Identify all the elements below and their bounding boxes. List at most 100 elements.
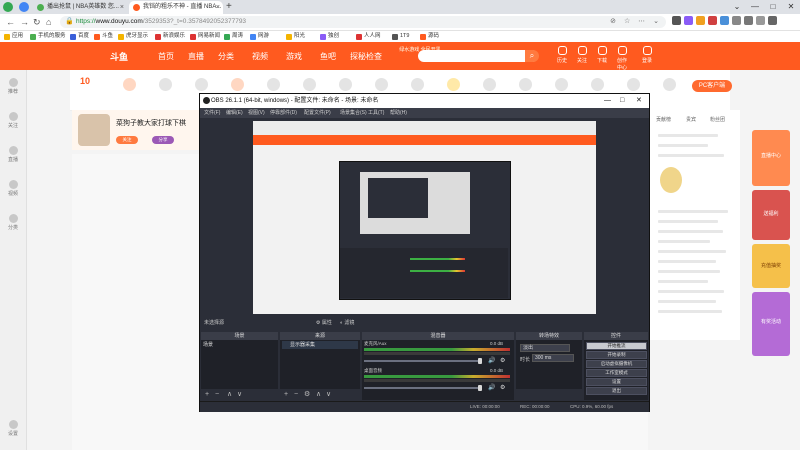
tab-group-icon[interactable]	[19, 2, 29, 12]
url-input[interactable]: 🔒 https://www.douyu.com/3529353?_t=0.357…	[60, 16, 666, 28]
bookmark-item[interactable]: 1T9	[392, 31, 409, 42]
nav-item[interactable]: 分类	[218, 51, 234, 62]
close-tab-icon[interactable]: ×	[120, 1, 124, 14]
ad-banner[interactable]: 有奖活动	[752, 292, 790, 356]
speaker-icon[interactable]: 🔊	[488, 358, 495, 364]
scenes-list[interactable]: 场景	[201, 340, 278, 389]
bookmark-item[interactable]: 虎牙显示	[118, 31, 148, 42]
douyu-logo[interactable]: 斗鱼	[110, 50, 128, 63]
add-icon[interactable]: +	[205, 390, 209, 400]
gift-icon[interactable]	[154, 78, 176, 93]
exit-button[interactable]: 退出	[586, 387, 647, 395]
move-down-icon[interactable]: ∨	[237, 390, 242, 400]
back-icon[interactable]: ←	[6, 15, 15, 29]
bookmark-item[interactable]: 应用	[4, 31, 23, 42]
browser-profile-icon[interactable]	[3, 2, 13, 12]
extension-icon[interactable]	[708, 16, 717, 25]
follow-icon[interactable]: 关注	[575, 46, 589, 64]
minimize-icon[interactable]: —	[746, 0, 764, 14]
search-input[interactable]	[418, 50, 538, 62]
home-icon[interactable]: ⌂	[46, 15, 51, 29]
remove-icon[interactable]: −	[215, 390, 219, 400]
bookmark-item[interactable]: 网游	[250, 31, 269, 42]
bookmark-item[interactable]: 百度	[70, 31, 89, 42]
start-streaming-button[interactable]: 开始推流	[586, 342, 647, 350]
transition-select[interactable]: 淡出	[520, 344, 570, 352]
extension-icon[interactable]	[672, 16, 681, 25]
menu-item[interactable]: 文件(F)	[204, 108, 220, 118]
speaker-icon[interactable]: 🔊	[488, 385, 495, 391]
gift-icon[interactable]	[298, 78, 320, 93]
settings-icon[interactable]: ⚙	[304, 390, 310, 400]
close-window-icon[interactable]: ✕	[782, 0, 800, 14]
url-action-icons[interactable]: ⊘ ☆ ⋯ ⌄	[610, 16, 662, 28]
gift-icon[interactable]	[406, 78, 428, 93]
sidebar-item[interactable]: 分类	[4, 214, 22, 231]
volume-slider-thumb[interactable]	[478, 385, 482, 391]
filters-button[interactable]: ◐ 滤镜	[340, 318, 354, 329]
gift-icon[interactable]	[514, 78, 536, 93]
gift-icon[interactable]	[550, 78, 572, 93]
follow-button[interactable]: 关注	[116, 136, 138, 144]
nav-item[interactable]: 鱼吧	[320, 51, 336, 62]
volume-slider[interactable]	[364, 360, 480, 362]
menu-item[interactable]: 编辑(E)	[226, 108, 243, 118]
gear-icon[interactable]: ⚙	[500, 358, 506, 364]
properties-button[interactable]: ⚙ 属性	[316, 318, 332, 329]
nav-item[interactable]: 探秘检查	[350, 51, 382, 62]
maximize-icon[interactable]: □	[620, 94, 624, 108]
extension-icon[interactable]	[684, 16, 693, 25]
nav-item[interactable]: 直播	[188, 51, 204, 62]
remove-icon[interactable]: −	[294, 390, 298, 400]
tab-contribution[interactable]: 贡献榜	[656, 116, 671, 123]
sidebar-item[interactable]: 设置	[4, 420, 22, 437]
minimize-icon[interactable]: —	[604, 94, 611, 108]
tab-fans[interactable]: 粉丝团	[710, 116, 725, 123]
login-icon[interactable]: 登录	[640, 46, 654, 64]
menu-item[interactable]: 工具(T)	[368, 108, 384, 118]
reload-icon[interactable]: ↻	[33, 15, 41, 29]
ad-banner[interactable]: 送福利	[752, 190, 790, 240]
ad-banner[interactable]: 充值抽奖	[752, 244, 790, 288]
gift-icon[interactable]	[658, 78, 680, 93]
history-icon[interactable]: 历史	[555, 46, 569, 64]
tab-search-icon[interactable]: ⌄	[728, 0, 746, 14]
settings-button[interactable]: 设置	[586, 378, 647, 386]
sidebar-item[interactable]: 直播	[4, 146, 22, 163]
share-button[interactable]: 分享	[152, 136, 174, 144]
bookmark-item[interactable]: 周涛	[224, 31, 243, 42]
download-icon[interactable]	[744, 16, 753, 25]
menu-item[interactable]: 场景集合(S)	[340, 108, 367, 118]
move-up-icon[interactable]: ∧	[227, 390, 232, 400]
tab-nba[interactable]: 播出抢鼠 | NBA英雄数 您... ×	[33, 1, 127, 14]
bookmark-item[interactable]: 源码	[420, 31, 439, 42]
download-icon[interactable]: 下载	[595, 46, 609, 64]
nav-item[interactable]: 游戏	[286, 51, 302, 62]
bookmark-item[interactable]: 斗鱼	[94, 31, 113, 42]
sidebar-item[interactable]: 推荐	[4, 78, 22, 95]
nav-item[interactable]: 首页	[158, 51, 174, 62]
sidebar-item[interactable]: 视频	[4, 180, 22, 197]
gift-icon[interactable]	[334, 78, 356, 93]
undo-icon[interactable]	[756, 16, 765, 25]
obs-preview[interactable]	[253, 121, 596, 314]
bookmark-item[interactable]: 网易新闻	[190, 31, 220, 42]
maximize-icon[interactable]: □	[764, 0, 782, 14]
menu-item[interactable]: 停靠部件(D)	[270, 108, 297, 118]
duration-input[interactable]: 300 ms	[532, 354, 574, 362]
gift-icon[interactable]	[586, 78, 608, 93]
gift-icon[interactable]	[622, 78, 644, 93]
list-item[interactable]: 显示器采集	[282, 341, 358, 349]
bookmark-item[interactable]: 阳光	[286, 31, 305, 42]
gift-icon[interactable]	[190, 78, 212, 93]
nav-item[interactable]: 视频	[252, 51, 268, 62]
extension-icon[interactable]	[720, 16, 729, 25]
start-recording-button[interactable]: 开始录制	[586, 351, 647, 359]
bookmark-item[interactable]: 独创	[320, 31, 339, 42]
ad-banner[interactable]: 直播中心	[752, 130, 790, 186]
gift-icon[interactable]	[478, 78, 500, 93]
new-tab-button[interactable]: +	[226, 0, 232, 14]
menu-icon[interactable]	[768, 16, 777, 25]
menu-item[interactable]: 配置文件(P)	[304, 108, 331, 118]
gift-icon[interactable]	[118, 78, 140, 93]
